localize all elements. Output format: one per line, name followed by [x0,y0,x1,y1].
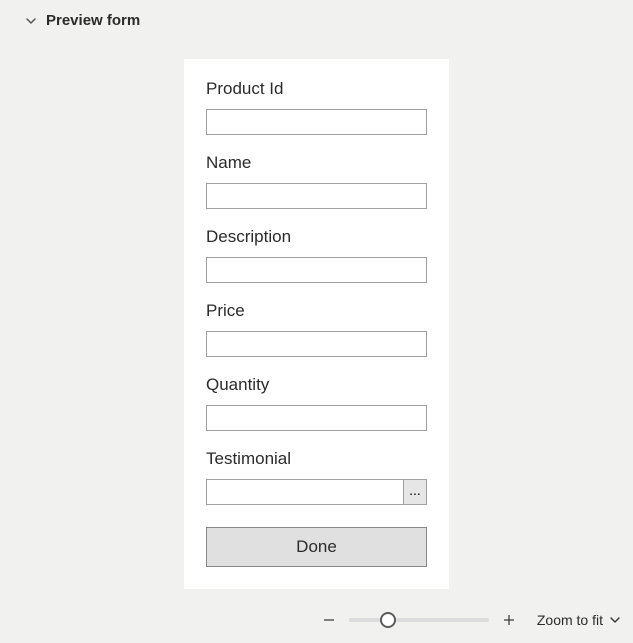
zoom-slider[interactable] [349,618,489,622]
field-label: Description [206,227,427,247]
field-label: Testimonial [206,449,427,469]
field-label: Product Id [206,79,427,99]
field-price: Price [206,301,427,357]
product-id-input[interactable] [206,109,427,135]
field-quantity: Quantity [206,375,427,431]
field-name: Name [206,153,427,209]
field-label: Quantity [206,375,427,395]
footer-zoom-controls: Zoom to fit [0,605,633,635]
field-label: Price [206,301,427,321]
name-input[interactable] [206,183,427,209]
form-preview-card: Product Id Name Description Price Quanti… [184,59,449,589]
plus-icon [502,613,516,627]
quantity-input[interactable] [206,405,427,431]
description-input[interactable] [206,257,427,283]
chevron-down-icon [609,614,621,626]
price-input[interactable] [206,331,427,357]
zoom-in-button[interactable] [499,610,519,630]
zoom-out-button[interactable] [319,610,339,630]
field-testimonial: Testimonial ... [206,449,427,505]
field-label: Name [206,153,427,173]
zoom-slider-thumb[interactable] [380,612,396,628]
testimonial-input[interactable] [206,479,404,505]
testimonial-picker-button[interactable]: ... [403,479,427,505]
done-button[interactable]: Done [206,527,427,567]
field-description: Description [206,227,427,283]
zoom-to-fit-button[interactable]: Zoom to fit [537,612,621,628]
section-title: Preview form [46,12,140,29]
field-product-id: Product Id [206,79,427,135]
zoom-to-fit-label: Zoom to fit [537,612,603,628]
section-header[interactable]: Preview form [0,0,633,41]
minus-icon [322,613,336,627]
chevron-down-icon [24,14,38,28]
